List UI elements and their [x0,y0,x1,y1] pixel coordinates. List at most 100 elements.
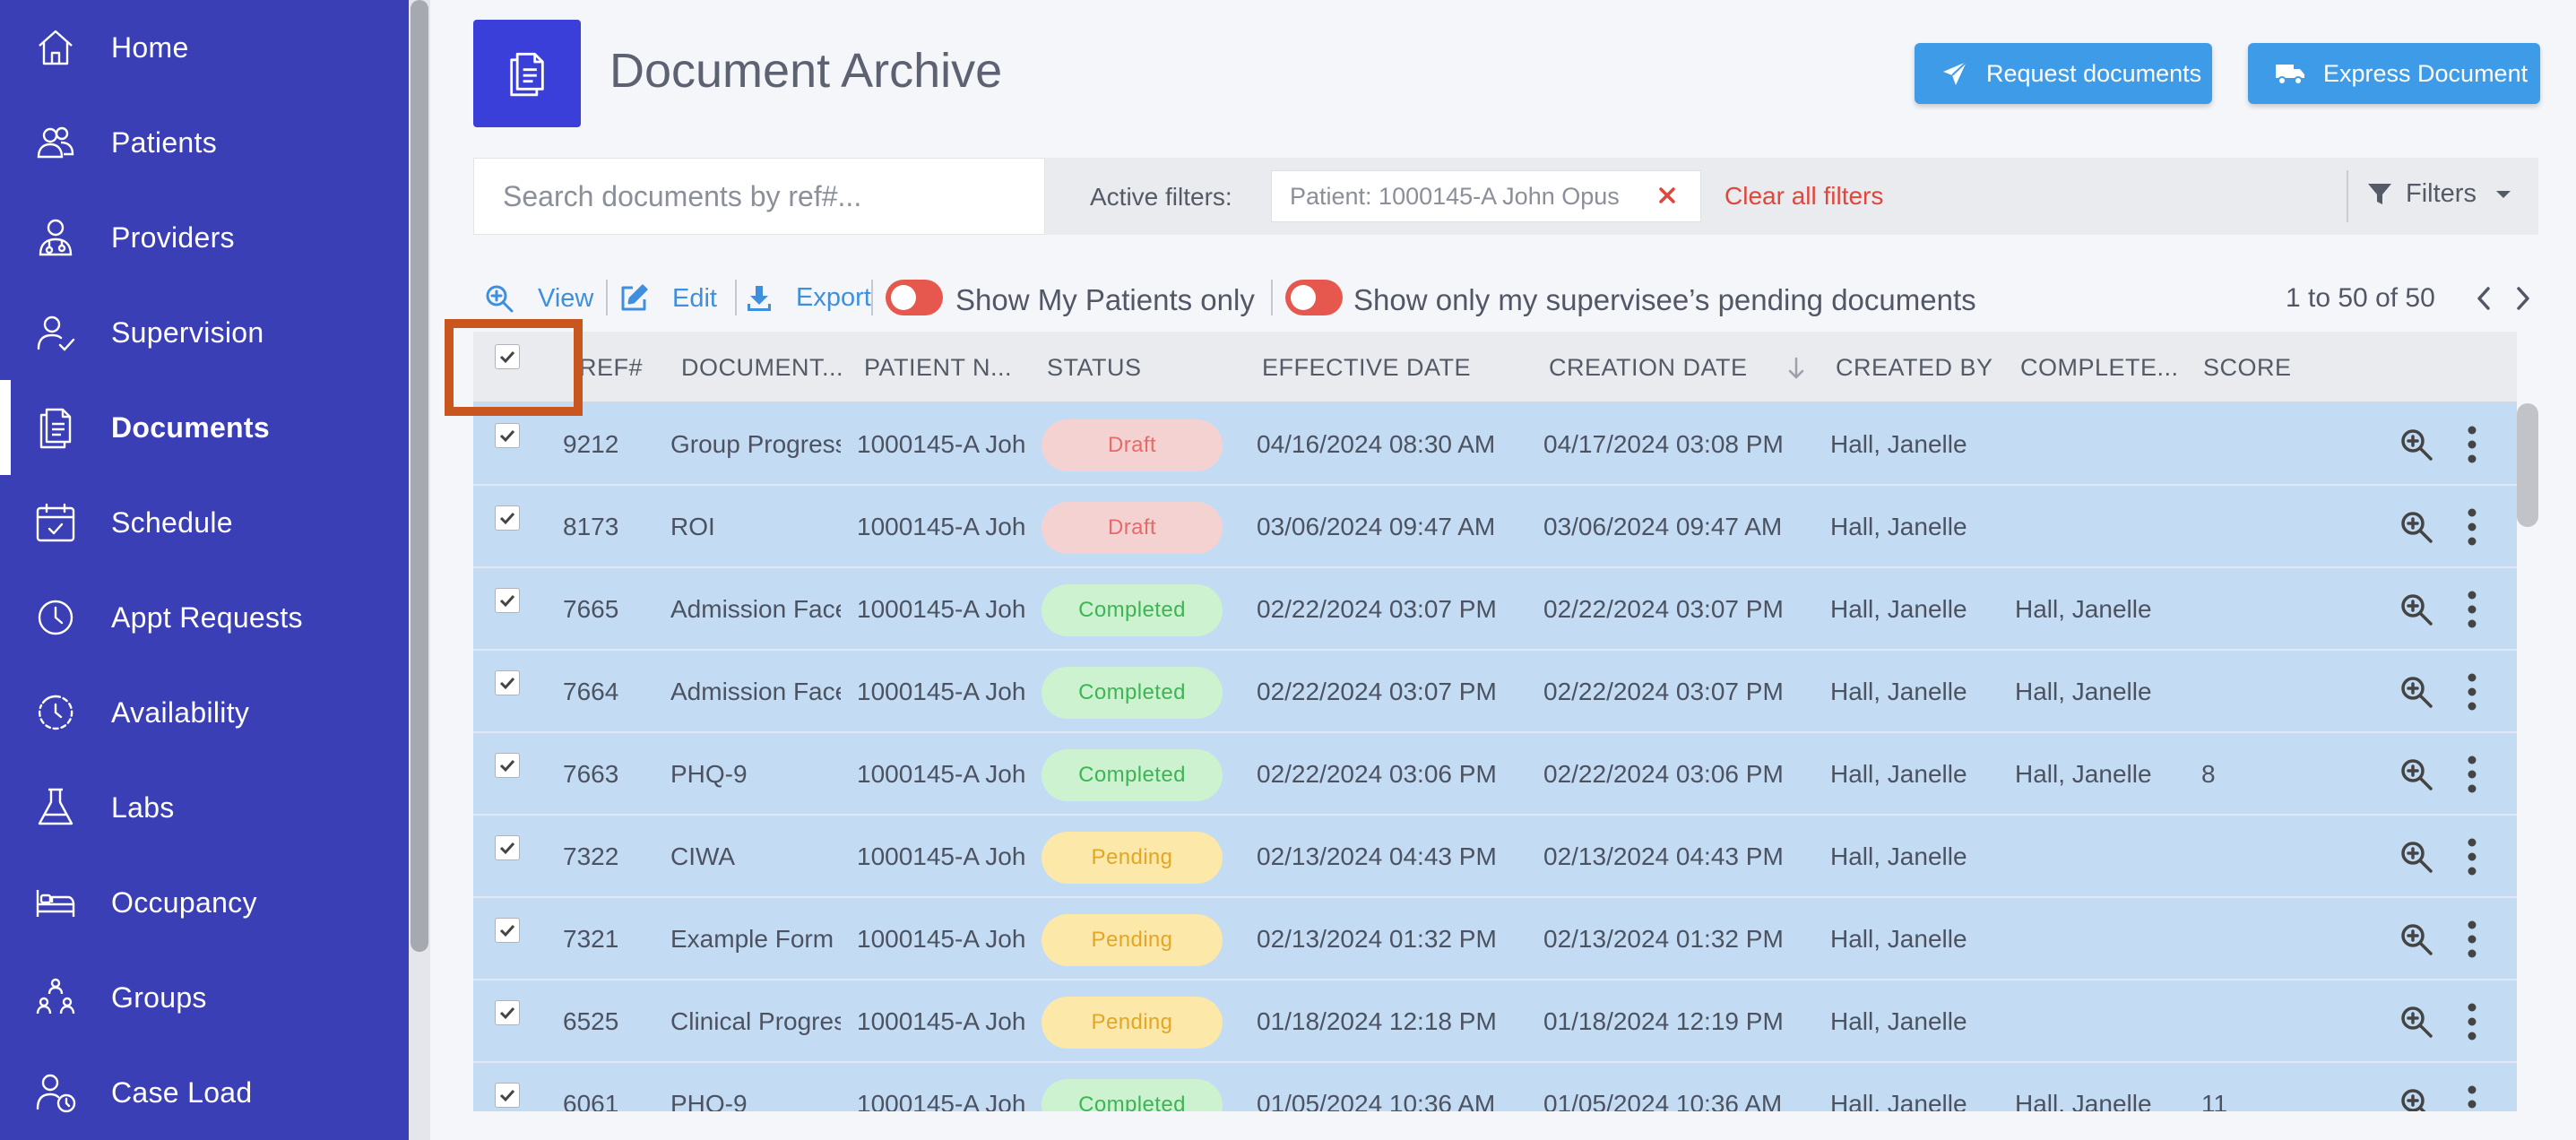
more-vertical-icon[interactable] [2467,837,2477,877]
zoom-in-icon[interactable] [2399,756,2434,792]
row-checkbox[interactable] [495,1083,520,1108]
sidebar-item-case-load[interactable]: Case Load [0,1045,409,1140]
status-badge: Draft [1042,419,1223,471]
cell-created-by: Hall, Janelle [1830,595,1967,623]
more-vertical-icon[interactable] [2467,672,2477,712]
row-checkbox[interactable] [495,670,520,695]
express-document-button[interactable]: Express Document [2248,43,2540,104]
select-all-highlight [445,319,583,416]
row-checkbox[interactable] [495,918,520,943]
remove-filter-icon[interactable] [1654,182,1681,209]
sidebar-item-labs[interactable]: Labs [0,760,409,855]
checkmark-icon [499,924,515,937]
table-row[interactable]: 6525 Clinical Progress Note 1000145-A John… [473,980,2517,1063]
edit-button[interactable]: Edit [618,283,717,314]
request-documents-button[interactable]: Request documents [1915,43,2212,104]
cell-patient-name: 1000145-A John Opus [857,760,1027,788]
status-badge: Pending [1042,997,1223,1049]
row-checkbox[interactable] [495,1000,520,1025]
row-checkbox[interactable] [495,753,520,778]
table-scrollbar-thumb[interactable] [2517,403,2538,527]
more-vertical-icon[interactable] [2467,755,2477,794]
cell-created-by: Hall, Janelle [1830,513,1967,540]
sidebar-item-providers[interactable]: Providers [0,190,409,285]
more-vertical-icon[interactable] [2467,507,2477,547]
page-title: Document Archive [609,44,1003,98]
status-badge: Completed [1042,749,1223,801]
column-header-ref[interactable]: REF# [579,354,643,382]
patient-filter-chip-label: Patient: 1000145-A John Opus [1290,182,1620,210]
sidebar-item-label: Home [111,30,189,64]
sidebar-item-appt-requests[interactable]: Appt Requests [0,570,409,665]
column-header-patient-name[interactable]: PATIENT N... [864,354,1012,382]
sidebar-item-schedule[interactable]: Schedule [0,475,409,570]
table-row[interactable]: 9212 Group Progress Note 1000145-A John Op… [473,403,2517,486]
column-header-creation-date[interactable]: CREATION DATE [1549,354,1748,382]
next-page-icon[interactable] [2510,283,2537,314]
cell-ref: 6061 [563,1090,619,1111]
view-button[interactable]: View [484,283,593,314]
column-header-document[interactable]: DOCUMENT... [681,354,843,382]
zoom-in-icon[interactable] [2399,427,2434,462]
table-row[interactable]: 6061 PHQ-9 1000145-A John Opus Completed 01/… [473,1063,2517,1111]
table-row[interactable]: 8173 ROI 1000145-A John Opus Draft 03/06/202… [473,486,2517,568]
sidebar-item-home[interactable]: Home [0,0,409,95]
more-vertical-icon[interactable] [2467,590,2477,629]
zoom-in-icon[interactable] [2399,1086,2434,1111]
table-row[interactable]: 7321 Example Form 1000145-A John Opus Pendi… [473,898,2517,980]
column-header-status[interactable]: STATUS [1047,354,1142,382]
clock-icon [34,596,77,639]
zoom-in-icon[interactable] [2399,1004,2434,1040]
table-row[interactable]: 7322 CIWA 1000145-A John Opus Pending 02/13/… [473,816,2517,898]
row-checkbox[interactable] [495,423,520,448]
cell-ref: 7322 [563,842,619,870]
sidebar-item-availability[interactable]: Availability [0,665,409,760]
row-checkbox[interactable] [495,588,520,613]
previous-page-icon[interactable] [2470,283,2497,314]
supervisee-pending-toggle[interactable] [1285,280,1343,315]
table-row[interactable]: 7663 PHQ-9 1000145-A John Opus Completed 02/… [473,733,2517,816]
cell-effective-date: 02/22/2024 03:07 PM [1257,678,1497,705]
export-button[interactable]: Export [746,283,871,313]
request-documents-label: Request documents [1986,59,2202,87]
cell-creation-date: 02/22/2024 03:06 PM [1543,760,1784,788]
zoom-in-icon[interactable] [2399,674,2434,710]
sidebar-item-groups[interactable]: Groups [0,950,409,1045]
clear-all-filters-link[interactable]: Clear all filters [1725,182,1883,211]
table-row[interactable]: 7664 Admission Face Sheet 1000145-A John O… [473,651,2517,733]
cell-patient-name: 1000145-A John Opus [857,925,1027,953]
more-vertical-icon[interactable] [2467,1002,2477,1041]
checkmark-icon [499,594,515,608]
status-badge: Pending [1042,832,1223,884]
my-patients-toggle-label: Show My Patients only [955,283,1255,316]
sidebar-item-documents[interactable]: Documents [0,380,409,475]
search-input[interactable] [503,179,1023,213]
cell-created-by: Hall, Janelle [1830,925,1967,953]
more-vertical-icon[interactable] [2467,425,2477,464]
cell-document: Clinical Progress Note [670,1007,841,1035]
zoom-in-icon[interactable] [2399,509,2434,545]
column-header-created-by[interactable]: CREATED BY [1836,354,1993,382]
row-checkbox[interactable] [495,505,520,531]
filters-dropdown-button[interactable]: Filters [2366,179,2525,209]
row-checkbox[interactable] [495,835,520,860]
table-row[interactable]: 7665 Admission Face Sheet 1000145-A John O… [473,568,2517,651]
truck-icon [2276,65,2304,85]
more-vertical-icon[interactable] [2467,920,2477,959]
sort-descending-icon[interactable] [1785,355,1807,382]
column-header-completed-by[interactable]: COMPLETE... [2020,354,2179,382]
more-vertical-icon[interactable] [2467,1084,2477,1111]
column-header-score[interactable]: SCORE [2203,354,2292,382]
sidebar-item-supervision[interactable]: Supervision [0,285,409,380]
status-badge: Completed [1042,584,1223,636]
my-patients-toggle[interactable] [886,280,943,315]
flask-icon [34,786,77,829]
sidebar-scrollbar-thumb[interactable] [411,0,428,952]
zoom-in-icon[interactable] [2399,921,2434,957]
cell-document: Admission Face Sheet [670,678,841,705]
zoom-in-icon[interactable] [2399,592,2434,627]
sidebar-item-occupancy[interactable]: Occupancy [0,855,409,950]
column-header-effective-date[interactable]: EFFECTIVE DATE [1262,354,1471,382]
sidebar-item-patients[interactable]: Patients [0,95,409,190]
zoom-in-icon[interactable] [2399,839,2434,875]
